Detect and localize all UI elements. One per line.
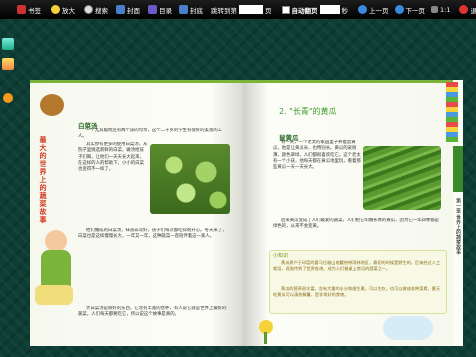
flower-illustration [251,316,281,344]
book-spread: 白菜汤 一个尤其聪明还有两个孩的母亲，这个二十岁的学生有很好的美景的工人。 其实… [12,68,465,351]
cabbage-photo [150,144,230,214]
left-paragraph-2: 其实你有更多的使用白菜汤，从院子里挑选新鲜的白菜，做汤给孩子们喝，让他们一天天长… [78,142,148,173]
zoom-in-button[interactable]: 放大 [51,5,75,15]
tip-box-paragraph-1: 黄瓜原产于印度的喜马拉雅山南麓热带雨林地区，最初的时候是野生的，后来经过人工栽培… [273,260,441,272]
tip-box-paragraph-2: 黄瓜的营养很丰富，含有大量的水分和维生素，可以生吃，也可以做成各种菜肴，夏天吃黄… [273,286,441,298]
tip-box-title: 小知识 [273,253,289,259]
top-decoration-right [243,80,453,83]
bookmark-button[interactable]: 书签 [17,5,41,15]
left-side-title: 最大的世界上的蔬菜故事 [39,136,47,224]
prev-page-button[interactable]: 上一页 [358,5,389,15]
exit-button[interactable]: 退出 [459,5,476,15]
search-icon [84,5,93,14]
toc-button[interactable]: 目录 [148,5,172,15]
monkey-illustration [40,94,64,116]
chapter-tab-marker [453,146,463,192]
zoom-in-icon [51,5,60,14]
next-page-button[interactable]: 下一页 [394,5,425,15]
auto-flip-toggle[interactable]: 自动翻页 秒 [281,5,348,15]
auto-flip-checkbox[interactable] [281,5,290,14]
jump-to-page: 跳转到第 页 [211,5,272,15]
seconds-input[interactable] [319,5,340,14]
girl-illustration [35,230,75,310]
exit-icon [459,5,469,14]
cloud-illustration [383,316,433,340]
cover-icon [116,5,125,14]
cover-button[interactable]: 封面 [116,5,140,15]
arrow-right-icon [394,5,404,14]
left-page[interactable]: 白菜汤 一个尤其聪明还有两个孩的母亲，这个二十岁的学生有很好的美景的工人。 其实… [30,80,243,346]
left-paragraph-4: 大白菜汤是很好的东西，它含有丰富的营养，有人说它就是世界上最好的蔬菜，人们每天都… [78,306,227,318]
back-cover-icon [179,5,188,14]
right-paragraph-2: 后来黄瓜变成了人们最爱的蔬菜，人们把它叫做长青的黄瓜，因为它一年四季都是绿色的，… [273,218,440,230]
back-cover-button[interactable]: 封底 [179,5,203,15]
toc-icon [148,5,157,14]
left-paragraph-3: 他们做成的白菜汤，味道非常好，孩子们每次都吃得很开心。冬天来了，白菜也是这样慢慢… [78,228,227,240]
top-decoration-left [30,80,243,83]
cucumber-photo [363,146,441,210]
thumbnail-icon[interactable] [2,38,14,50]
top-toolbar: 书签 放大 搜索 封面 目录 封底 跳转到第 页 自动翻页 秒 上一页 下一页 [0,0,476,19]
left-paragraph-1: 一个尤其聪明还有两个孩的母亲，这个二十岁的学生有很好的美景的工人。 [78,128,223,140]
right-section-title: 2. "长青"的黄瓜 [279,107,337,116]
pencils-decoration [446,82,458,142]
right-page[interactable]: 2. "长青"的黄瓜 鼠黄瓜 有一天，一个老太的家园里子养着鼠黄瓜，他是让黄瓜长… [243,80,453,346]
search-button[interactable]: 搜索 [84,5,108,15]
bookmark-icon [17,5,26,14]
actual-size-icon [431,6,438,13]
arrow-left-icon [358,5,367,14]
chapter-tab-label: 第一章 世界上的蔬菜故事 [455,198,461,255]
actual-size-button[interactable]: 1:1 [431,6,450,14]
right-paragraph-1: 有一天，一个老太的家园里子养着鼠黄瓜，他是让黄瓜长、也特别长。黄瓜的皮很薄，颜色… [273,140,361,171]
page-number-input[interactable] [239,5,263,14]
